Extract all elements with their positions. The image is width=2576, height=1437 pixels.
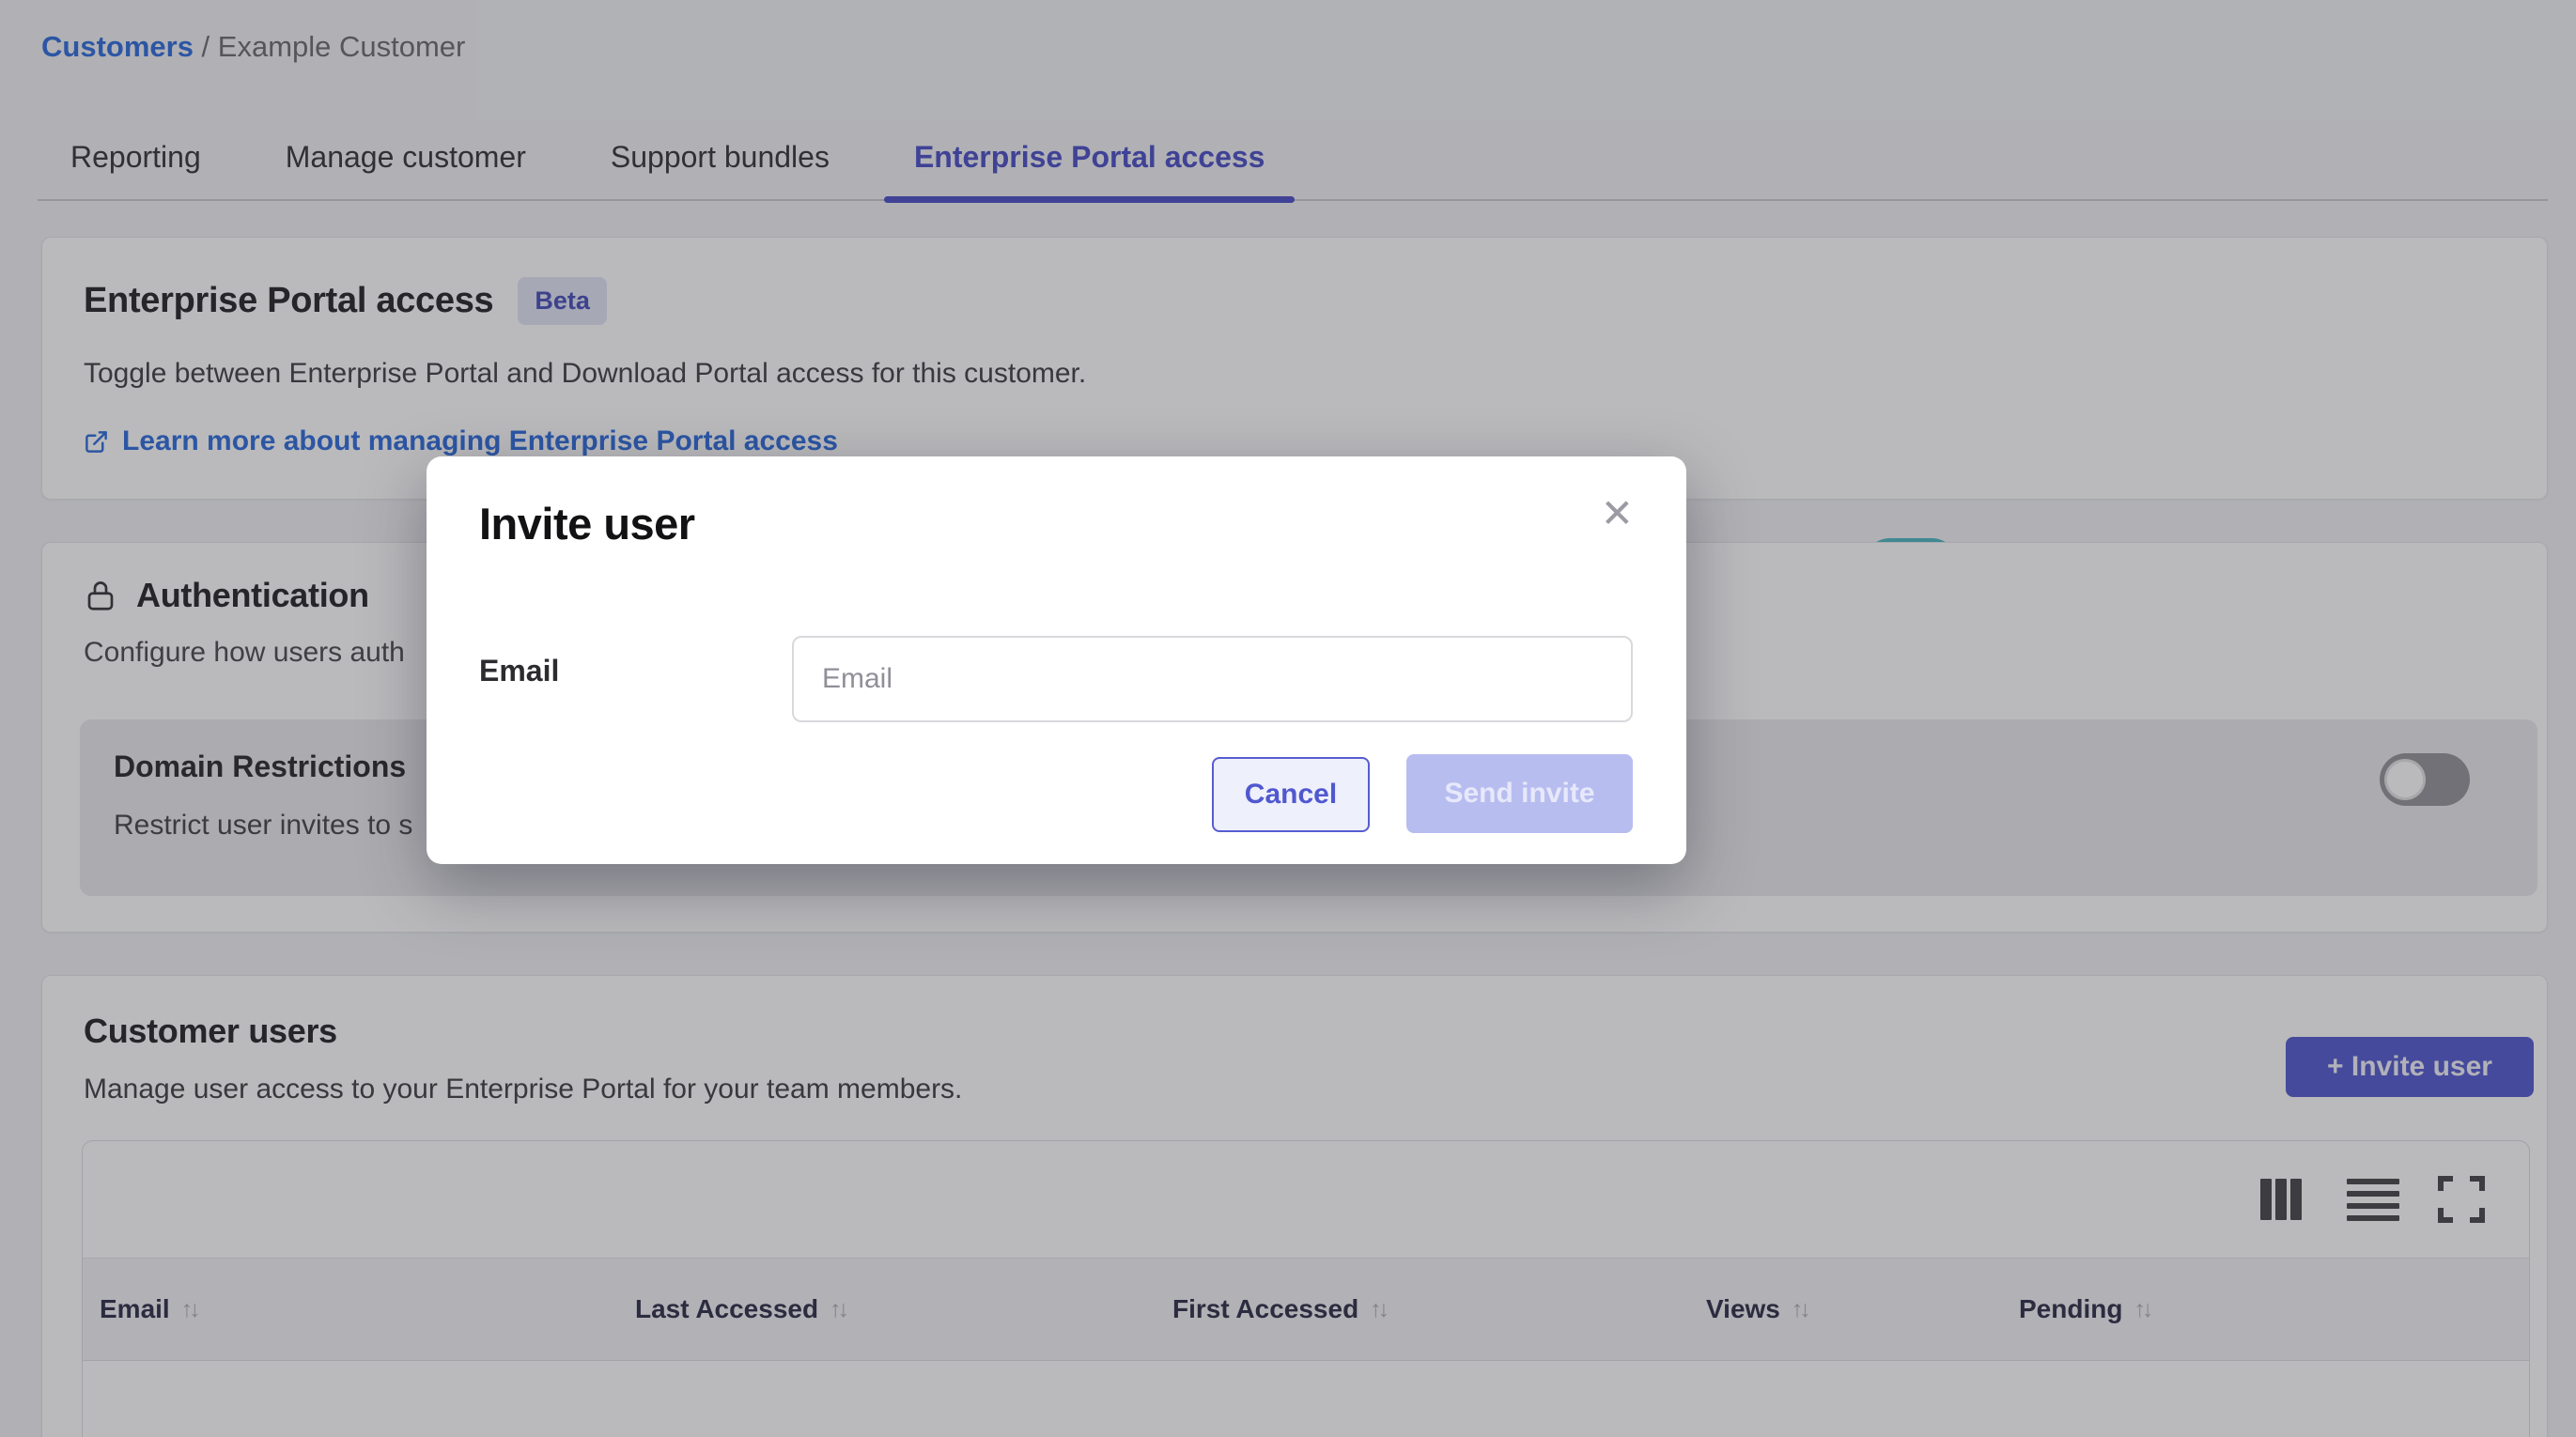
invite-user-modal: Invite user ✕ Email Cancel Send invite <box>427 456 1686 864</box>
page: Customers / Example Customer Reporting M… <box>0 0 2576 1437</box>
email-field[interactable] <box>792 636 1633 722</box>
modal-title: Invite user <box>479 498 695 549</box>
close-icon[interactable]: ✕ <box>1601 494 1634 533</box>
email-label: Email <box>479 654 559 688</box>
cancel-button[interactable]: Cancel <box>1212 757 1370 832</box>
send-invite-button[interactable]: Send invite <box>1406 754 1633 833</box>
